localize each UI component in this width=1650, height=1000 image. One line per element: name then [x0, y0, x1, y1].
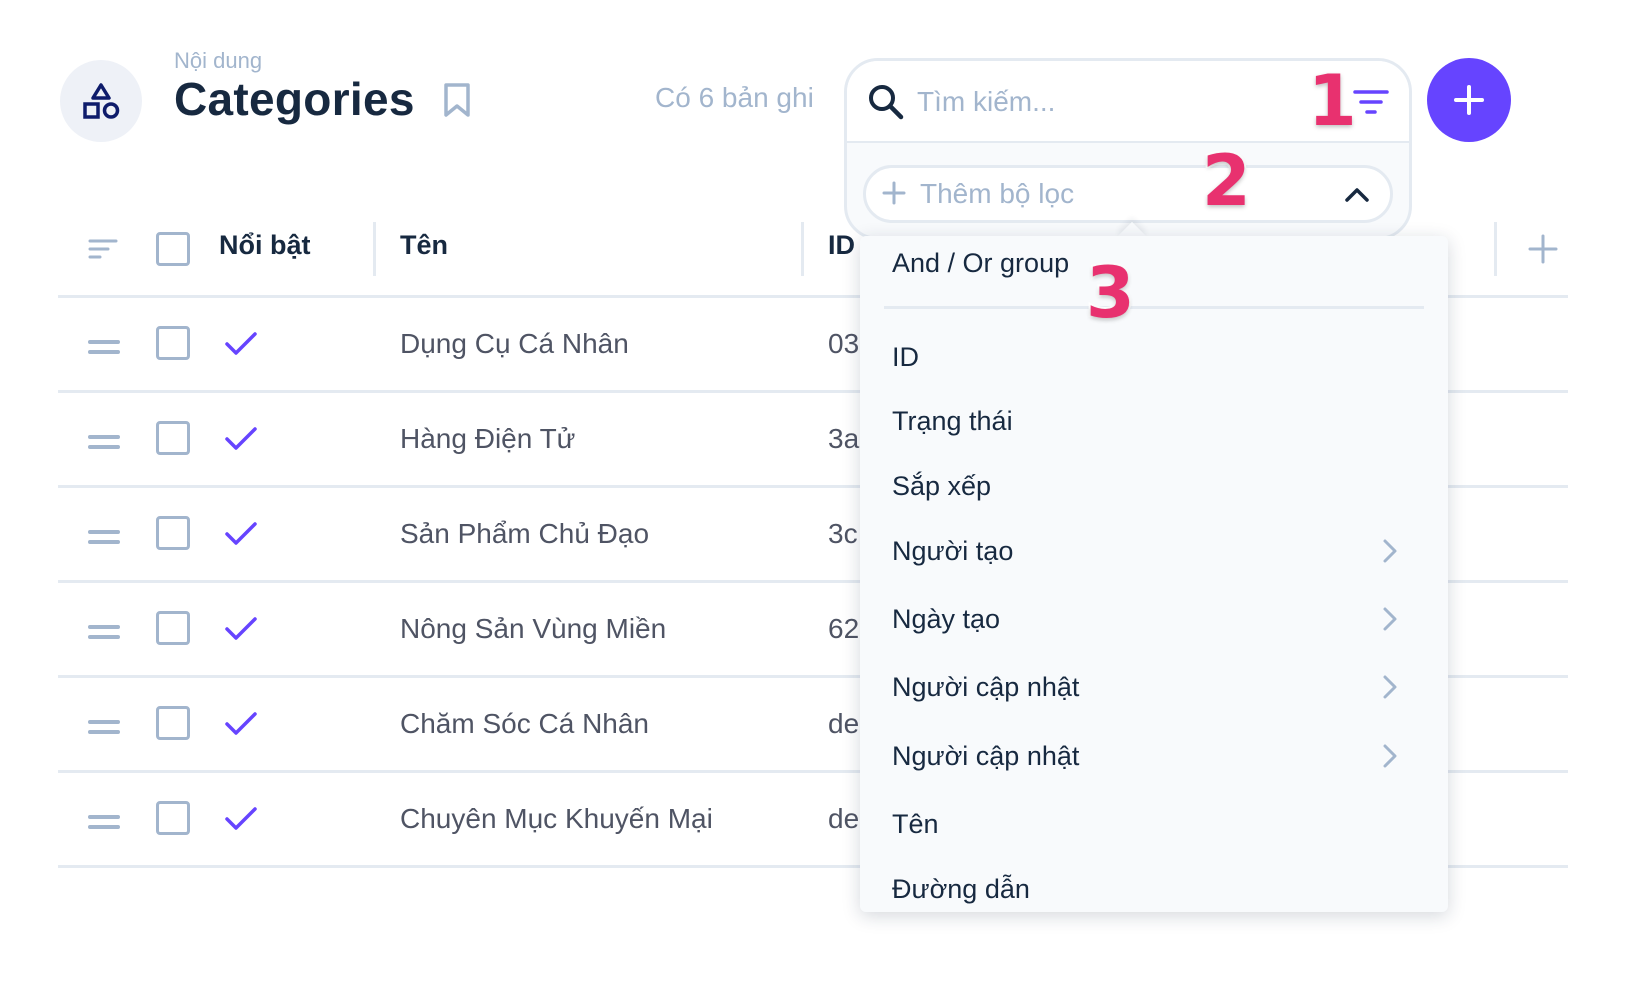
row-checkbox[interactable]: [156, 516, 190, 550]
check-icon: [225, 332, 257, 355]
drag-handle-icon[interactable]: [88, 530, 120, 544]
drag-handle-icon[interactable]: [88, 435, 120, 449]
cell-name: Nông Sản Vùng Miền: [400, 613, 667, 644]
bookmark-icon[interactable]: [443, 82, 471, 118]
menu-item[interactable]: Đường dẫn: [892, 874, 1030, 905]
row-checkbox[interactable]: [156, 421, 190, 455]
record-count: Có 6 bản ghi: [655, 82, 814, 113]
cell-id: 03: [828, 328, 860, 359]
check-icon: [225, 807, 257, 830]
check-icon: [225, 712, 257, 735]
column-header-name[interactable]: Tên: [400, 230, 448, 261]
filter-icon[interactable]: [1353, 87, 1389, 117]
row-checkbox[interactable]: [156, 326, 190, 360]
cell-name: Chuyên Mục Khuyến Mại: [400, 803, 713, 834]
menu-item[interactable]: Người cập nhật: [892, 741, 1079, 772]
menu-item-and-or-group[interactable]: And / Or group: [892, 248, 1069, 279]
cell-name: Hàng Điện Tử: [400, 423, 576, 454]
filter-field-menu: And / Or group ID Trạng thái Sắp xếp Ngư…: [860, 236, 1448, 912]
annotation-marker-2: 2: [1200, 140, 1253, 222]
column-divider[interactable]: [801, 222, 804, 276]
create-item-button[interactable]: [1427, 58, 1511, 142]
column-header-id[interactable]: ID: [828, 230, 855, 261]
check-icon: [225, 617, 257, 640]
cell-id: 62: [828, 613, 860, 644]
search-input[interactable]: [917, 79, 1297, 125]
check-icon: [225, 427, 257, 450]
module-icon: [60, 60, 142, 142]
row-checkbox[interactable]: [156, 611, 190, 645]
page-title: Categories: [174, 73, 415, 125]
annotation-marker-3: 3: [1084, 252, 1137, 334]
check-icon: [225, 522, 257, 545]
chevron-right-icon: [1383, 539, 1397, 563]
select-all-checkbox[interactable]: [156, 232, 190, 266]
cell-name: Chăm Sóc Cá Nhân: [400, 708, 650, 739]
column-divider[interactable]: [373, 222, 376, 276]
cell-name: Dụng Cụ Cá Nhân: [400, 328, 629, 359]
menu-item[interactable]: Sắp xếp: [892, 471, 991, 502]
menu-item[interactable]: Người cập nhật: [892, 672, 1079, 703]
menu-item[interactable]: Trạng thái: [892, 406, 1013, 437]
chevron-right-icon: [1383, 607, 1397, 631]
cell-name: Sản Phẩm Chủ Đạo: [400, 518, 650, 549]
drag-handle-icon[interactable]: [88, 625, 120, 639]
menu-item[interactable]: ID: [892, 342, 919, 373]
menu-item[interactable]: Người tạo: [892, 536, 1013, 567]
row-checkbox[interactable]: [156, 801, 190, 835]
drag-handle-icon[interactable]: [88, 340, 120, 354]
column-header-featured[interactable]: Nổi bật: [219, 230, 311, 261]
drag-handle-icon[interactable]: [88, 720, 120, 734]
cell-id: 3a: [828, 423, 860, 454]
drag-handle-icon[interactable]: [88, 815, 120, 829]
category-icon: [83, 83, 120, 119]
cell-id: 3c: [828, 518, 858, 549]
breadcrumb[interactable]: Nội dung: [174, 48, 262, 74]
sort-icon[interactable]: [88, 238, 118, 260]
cell-id: de: [828, 708, 860, 739]
plus-icon: [1454, 85, 1484, 115]
row-checkbox[interactable]: [156, 706, 190, 740]
annotation-marker-1: 1: [1306, 60, 1359, 142]
menu-divider: [884, 306, 1424, 309]
chevron-right-icon: [1383, 744, 1397, 768]
cell-id: de: [828, 803, 860, 834]
search-icon: [869, 85, 904, 120]
menu-item[interactable]: Tên: [892, 809, 939, 840]
column-divider[interactable]: [1494, 222, 1497, 276]
add-column-icon[interactable]: [1528, 234, 1558, 264]
menu-item[interactable]: Ngày tạo: [892, 604, 1000, 635]
chevron-right-icon: [1383, 675, 1397, 699]
